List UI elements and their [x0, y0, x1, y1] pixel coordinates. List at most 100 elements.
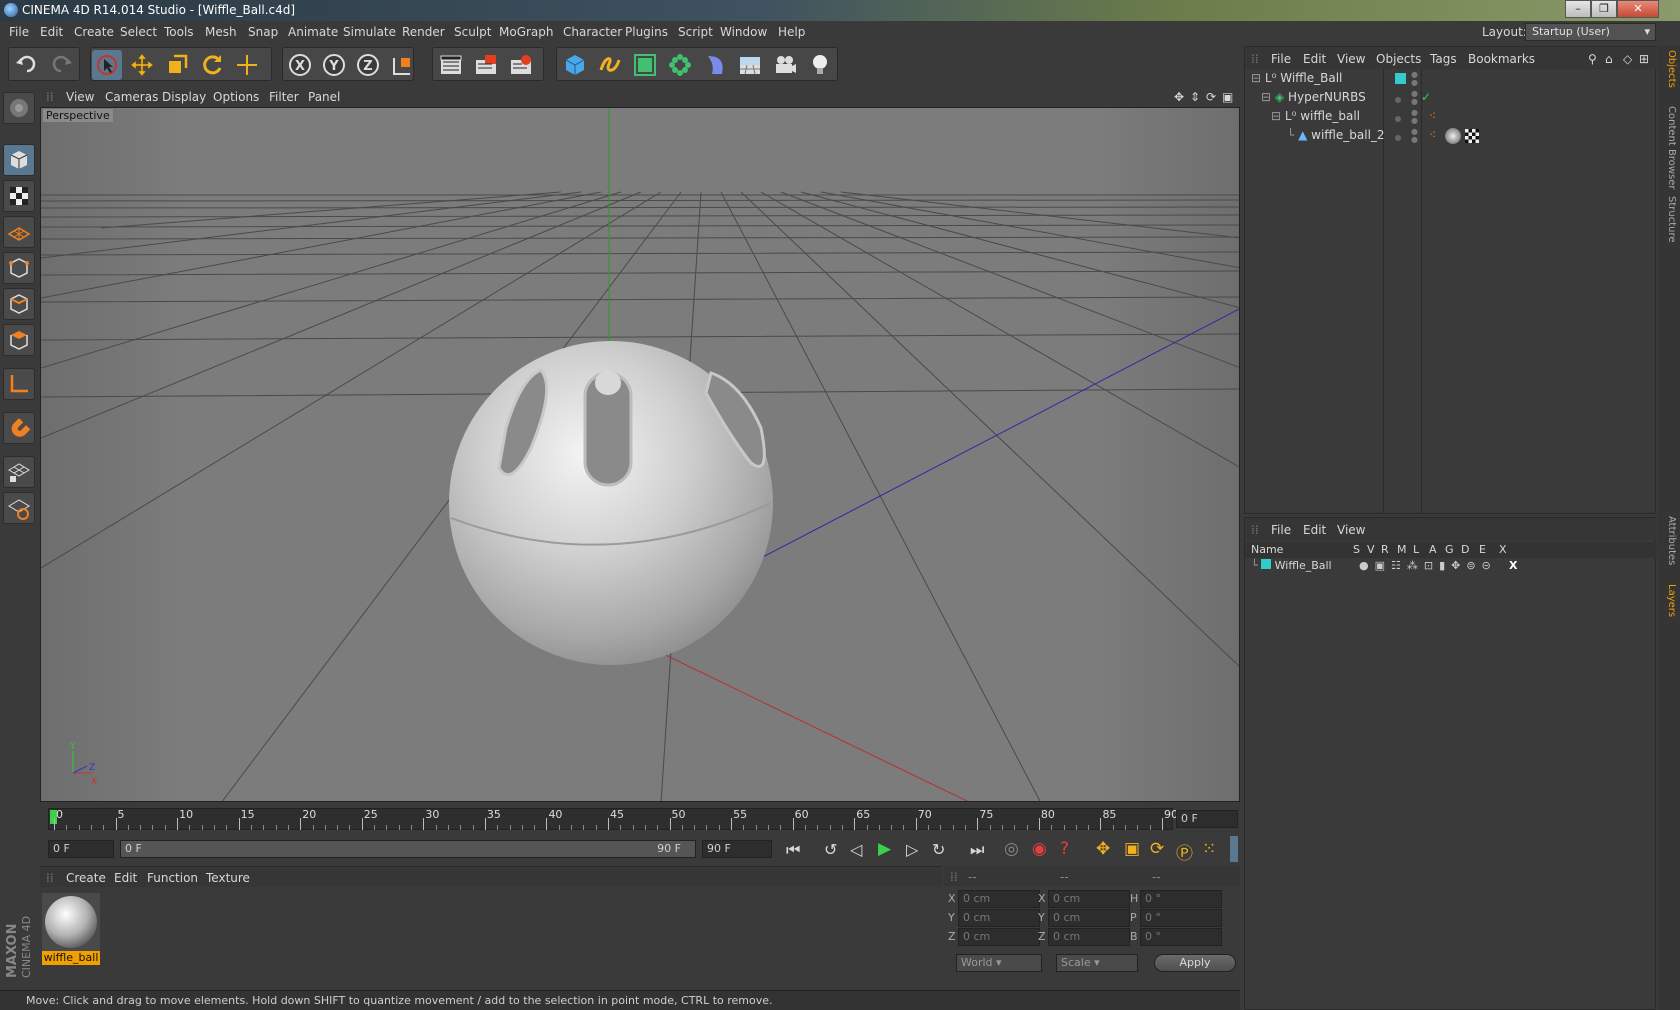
home-icon[interactable]: ⌂	[1605, 52, 1613, 66]
go-to-end-icon[interactable]: ⏭	[970, 840, 984, 860]
tab-objects[interactable]: Objects	[1661, 50, 1677, 88]
spline-icon[interactable]	[595, 50, 625, 80]
render-view-icon[interactable]	[436, 50, 466, 80]
floor-environment-icon[interactable]	[735, 50, 765, 80]
coord-value-field[interactable]: 0 cm	[1048, 909, 1130, 927]
coord-value-field[interactable]: 0 °	[1140, 909, 1222, 927]
start-frame-field[interactable]: 0 F	[48, 840, 114, 858]
frame-range-slider[interactable]: 0 F 90 F	[120, 840, 696, 858]
x-axis-lock-icon[interactable]: X	[285, 50, 315, 80]
close-button[interactable]: ✕	[1617, 0, 1659, 18]
timeline-ruler[interactable]: 0 5 10 15 20 25 30 35 40 45 50 55 60 65 70 75 80 85 90 0 F	[40, 804, 1240, 834]
viewport-maximize-icon[interactable]: ▣	[1222, 90, 1233, 104]
end-frame-field[interactable]: 90 F	[702, 840, 772, 858]
visibility-dots[interactable]: ● ●	[1411, 109, 1418, 125]
scale-key-icon[interactable]: ▣	[1124, 839, 1140, 859]
recent-tool-icon[interactable]	[232, 50, 262, 80]
coord-value-field[interactable]: 0 °	[1140, 928, 1222, 946]
layer-column-flag[interactable]: M	[1397, 543, 1407, 556]
redo-icon[interactable]	[46, 50, 76, 80]
menu-file[interactable]: File	[9, 25, 29, 39]
layer-menu-edit[interactable]: Edit	[1303, 523, 1326, 537]
layer-x-icon[interactable]: X	[1509, 559, 1517, 572]
workplane-lock-icon[interactable]	[3, 492, 35, 524]
coord-value-field[interactable]: 0 cm	[958, 928, 1040, 946]
render-picture-viewer-icon[interactable]	[471, 50, 501, 80]
visibility-dots[interactable]: ● ●	[1411, 90, 1418, 106]
viewport-move-icon[interactable]: ✥	[1174, 90, 1184, 104]
undo-icon[interactable]	[12, 50, 42, 80]
array-mograph-icon[interactable]	[665, 50, 695, 80]
texture-mode-icon[interactable]	[3, 180, 35, 212]
position-key-icon[interactable]: ✥	[1096, 839, 1110, 859]
tab-structure[interactable]: Structure	[1661, 196, 1677, 243]
viewport-menu-view[interactable]: View	[66, 90, 94, 104]
layer-column-flag[interactable]: L	[1413, 543, 1419, 556]
apply-button[interactable]: Apply	[1154, 954, 1236, 972]
cube-object-icon[interactable]	[560, 50, 590, 80]
layer-column-flag[interactable]: R	[1381, 543, 1389, 556]
move-tool-icon[interactable]	[127, 50, 157, 80]
layer-row-wiffle-ball[interactable]: └ Wiffle_Ball ●▣☷⁂⊡▮✥⊜⊝ X	[1251, 559, 1655, 578]
layer-menu-view[interactable]: View	[1337, 523, 1365, 537]
material-menu-create[interactable]: Create	[66, 871, 106, 885]
object-menu-bookmarks[interactable]: Bookmarks	[1468, 52, 1535, 66]
visibility-dots[interactable]: ● ●	[1411, 71, 1418, 87]
menu-help[interactable]: Help	[778, 25, 805, 39]
rotate-tool-icon[interactable]	[197, 50, 227, 80]
viewport-menu-display[interactable]: Display	[162, 90, 206, 104]
render-settings-icon[interactable]	[506, 50, 536, 80]
layer-color-swatch[interactable]	[1395, 73, 1406, 84]
tab-attributes[interactable]: Attributes	[1661, 516, 1677, 565]
z-axis-lock-icon[interactable]: Z	[353, 50, 383, 80]
light-icon[interactable]	[805, 50, 835, 80]
material-menu-texture[interactable]: Texture	[206, 871, 250, 885]
enabled-checkmark-icon[interactable]: ✓	[1421, 90, 1431, 104]
coordinate-mode-select[interactable]: World ▾	[956, 954, 1042, 972]
menu-render[interactable]: Render	[402, 25, 445, 39]
menu-window[interactable]: Window	[720, 25, 767, 39]
edges-mode-icon[interactable]	[3, 288, 35, 320]
tab-layers[interactable]: Layers	[1661, 584, 1677, 617]
layer-flag-icons[interactable]: ●▣☷⁂⊡▮✥⊜⊝	[1359, 559, 1497, 572]
object-menu-edit[interactable]: Edit	[1303, 52, 1326, 66]
live-selection-icon[interactable]	[92, 50, 122, 80]
texture-tag-icon[interactable]	[1465, 129, 1479, 143]
menu-select[interactable]: Select	[120, 25, 157, 39]
record-keys-icon[interactable]: ◎	[1004, 839, 1019, 859]
rotation-key-icon[interactable]: ⟳	[1150, 839, 1164, 859]
layer-column-flag[interactable]: X	[1499, 543, 1507, 556]
make-editable-icon[interactable]	[3, 92, 35, 124]
coord-value-field[interactable]: 0 cm	[958, 890, 1040, 908]
keyframe-selection-icon[interactable]: ?	[1060, 839, 1069, 859]
menu-snap[interactable]: Snap	[248, 25, 278, 39]
nurbs-icon[interactable]	[630, 50, 660, 80]
menu-mograph[interactable]: MoGraph	[499, 25, 554, 39]
points-mode-icon[interactable]	[3, 252, 35, 284]
next-frame-icon[interactable]: ▷	[906, 840, 918, 859]
tree-row-wiffle-ball-child[interactable]: ⊟ L⁰ wiffle_ball ● ● ⁖	[1271, 109, 1655, 128]
viewport-zoom-icon[interactable]: ⇕	[1190, 90, 1200, 104]
tree-row-wiffle-ball-2[interactable]: └ ▲ wiffle_ball_2 ● ● ⁖	[1287, 128, 1655, 147]
viewport-rotate-icon[interactable]: ⟳	[1206, 90, 1216, 104]
model-mode-icon[interactable]	[3, 144, 35, 176]
object-menu-tags[interactable]: Tags	[1430, 52, 1457, 66]
visibility-dot-icon[interactable]	[1395, 130, 1401, 144]
coord-value-field[interactable]: 0 °	[1140, 890, 1222, 908]
layer-column-flag[interactable]: S	[1353, 543, 1360, 556]
coord-value-field[interactable]: 0 cm	[958, 909, 1040, 927]
current-frame-field[interactable]: 0 F	[1176, 810, 1238, 828]
play-icon[interactable]: ▶	[878, 839, 891, 859]
layout-select[interactable]: Startup (User)	[1525, 23, 1656, 41]
viewport-menu-options[interactable]: Options	[213, 90, 259, 104]
maximize-button[interactable]: ❐	[1591, 0, 1617, 18]
viewport-menu-filter[interactable]: Filter	[269, 90, 299, 104]
back-icon[interactable]: ◇	[1623, 52, 1632, 66]
snap-lock-icon[interactable]	[3, 456, 35, 488]
collapse-icon[interactable]: ⊟	[1271, 109, 1281, 123]
visibility-dot-icon[interactable]	[1395, 111, 1401, 125]
menu-animate[interactable]: Animate	[288, 25, 338, 39]
wiffle-ball-object[interactable]	[449, 341, 773, 665]
tree-row-wiffle-ball[interactable]: ⊟ L⁰ Wiffle_Ball ● ●	[1251, 71, 1655, 90]
menu-mesh[interactable]: Mesh	[205, 25, 237, 39]
